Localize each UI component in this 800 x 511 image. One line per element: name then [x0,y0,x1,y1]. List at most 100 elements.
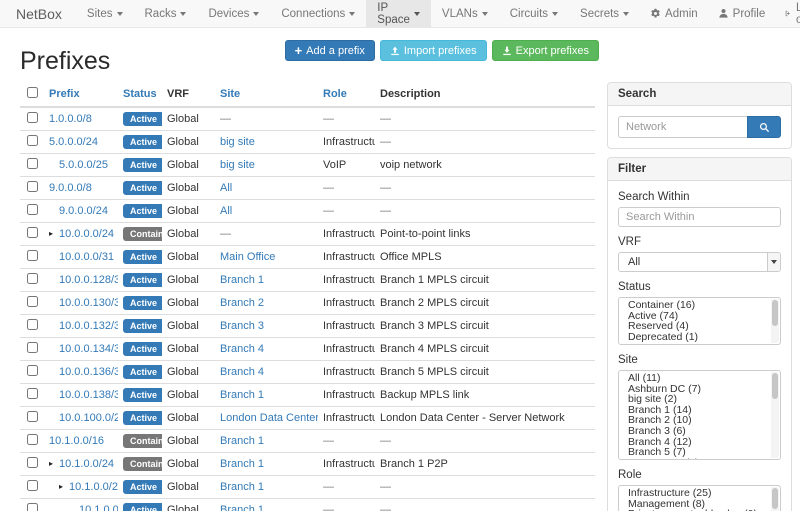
prefix-link[interactable]: 9.0.0.0/24 [59,205,108,217]
status-option[interactable]: Container (16) [619,300,768,311]
role-listbox[interactable]: Infrastructure (25)Management (8)Private… [618,485,781,511]
prefix-link[interactable]: 10.1.0.0/24 [59,458,114,470]
prefix-link[interactable]: 9.0.0.0/8 [49,182,92,194]
site-link[interactable]: All [220,205,232,217]
site-listbox[interactable]: All (11)Ashburn DC (7)big site (2)Branch… [618,370,781,460]
prefix-link[interactable]: 10.1.0.0/25 [69,481,118,493]
sort-prefix-header[interactable]: Prefix [49,88,80,100]
nav-admin[interactable]: Admin [640,0,708,27]
row-checkbox[interactable] [27,411,38,422]
row-checkbox[interactable] [27,204,38,215]
site-link[interactable]: Main Office [220,251,275,263]
select-all-checkbox[interactable] [27,87,38,98]
status-badge[interactable]: Active [123,319,162,333]
prefix-link[interactable]: 10.0.0.134/31 [59,343,118,355]
site-link[interactable]: London Data Center [220,412,318,424]
prefix-link[interactable]: 10.0.0.0/31 [59,251,114,263]
site-link[interactable]: Branch 3 [220,320,264,332]
role-option[interactable]: Management (8) [619,499,768,510]
site-link[interactable]: Branch 1 [220,504,264,511]
status-badge[interactable]: Active [123,365,162,379]
brand-link[interactable]: NetBox [0,0,76,27]
site-option[interactable]: Branch 4 (12) [619,437,768,448]
site-option[interactable]: Ashburn DC (7) [619,384,768,395]
site-link[interactable]: Branch 2 [220,297,264,309]
nav-item[interactable]: Racks [134,0,198,27]
status-badge[interactable]: Active [123,411,162,425]
row-checkbox[interactable] [27,227,38,238]
site-link[interactable]: Branch 1 [220,458,264,470]
status-option[interactable]: Deprecated (1) [619,332,768,343]
vrf-select[interactable]: All [618,252,781,272]
export-prefixes-button[interactable]: Export prefixes [492,40,599,61]
prefix-link[interactable]: 5.0.0.0/25 [59,159,108,171]
status-badge[interactable]: Container [123,457,162,471]
site-link[interactable]: All [220,182,232,194]
site-option[interactable]: Branch 1 (14) [619,405,768,416]
row-checkbox[interactable] [27,296,38,307]
status-option[interactable]: Active (74) [619,311,768,322]
prefix-link[interactable]: 10.0.0.130/31 [59,297,118,309]
row-checkbox[interactable] [27,434,38,445]
row-checkbox[interactable] [27,158,38,169]
search-button[interactable] [747,116,781,138]
row-checkbox[interactable] [27,135,38,146]
site-link[interactable]: big site [220,136,255,148]
status-badge[interactable]: Active [123,296,162,310]
prefix-link[interactable]: 10.0.100.0/24 [59,412,118,424]
prefix-link[interactable]: 1.0.0.0/8 [49,113,92,125]
sort-site-header[interactable]: Site [220,88,240,100]
scrollbar-thumb[interactable] [772,488,778,509]
nav-logout[interactable]: Log out [775,0,800,27]
site-link[interactable]: Branch 1 [220,274,264,286]
prefix-link[interactable]: 5.0.0.0/24 [49,136,98,148]
row-checkbox[interactable] [27,112,38,123]
site-option[interactable]: COLO-1-2A (3) [619,458,768,460]
nav-item[interactable]: Sites [76,0,134,27]
add-prefix-button[interactable]: + Add a prefix [285,40,375,61]
prefix-link[interactable]: 10.0.0.132/31 [59,320,118,332]
site-option[interactable]: big site (2) [619,394,768,405]
row-checkbox[interactable] [27,388,38,399]
scrollbar-thumb[interactable] [772,373,778,399]
row-checkbox[interactable] [27,273,38,284]
nav-profile[interactable]: Profile [708,0,776,27]
nav-item[interactable]: VLANs [431,0,499,27]
status-badge[interactable]: Active [123,158,162,172]
row-checkbox[interactable] [27,181,38,192]
site-option[interactable]: All (11) [619,373,768,384]
row-checkbox[interactable] [27,342,38,353]
nav-item[interactable]: Circuits [499,0,569,27]
site-link[interactable]: Branch 1 [220,435,264,447]
status-badge[interactable]: Active [123,181,162,195]
nav-item[interactable]: Connections [270,0,366,27]
status-badge[interactable]: Active [123,112,162,126]
row-checkbox[interactable] [27,319,38,330]
row-checkbox[interactable] [27,250,38,261]
status-badge[interactable]: Active [123,480,162,494]
site-link[interactable]: Branch 1 [220,389,264,401]
status-badge[interactable]: Active [123,250,162,264]
status-badge[interactable]: Container [123,434,162,448]
site-link[interactable]: Branch 4 [220,343,264,355]
site-link[interactable]: big site [220,159,255,171]
scrollbar-thumb[interactable] [772,300,778,326]
prefix-link[interactable]: 10.0.0.138/31 [59,389,118,401]
select-dropdown-button[interactable] [767,253,780,271]
site-option[interactable]: Branch 3 (6) [619,426,768,437]
prefix-link[interactable]: 10.1.0.0/16 [49,435,104,447]
status-listbox[interactable]: Container (16)Active (74)Reserved (4)Dep… [618,297,781,345]
row-checkbox[interactable] [27,457,38,468]
site-option[interactable]: Branch 5 (7) [619,447,768,458]
prefix-link[interactable]: 10.1.0.0/26 [79,504,118,511]
search-input[interactable] [618,116,747,138]
nav-item[interactable]: Secrets [569,0,640,27]
row-checkbox[interactable] [27,365,38,376]
role-option[interactable]: Infrastructure (25) [619,488,768,499]
status-badge[interactable]: Active [123,273,162,287]
status-badge[interactable]: Active [123,135,162,149]
prefix-link[interactable]: 10.0.0.0/24 [59,228,114,240]
nav-item[interactable]: IP Space [366,0,431,27]
sort-role-header[interactable]: Role [323,88,347,100]
prefix-link[interactable]: 10.0.0.136/31 [59,366,118,378]
